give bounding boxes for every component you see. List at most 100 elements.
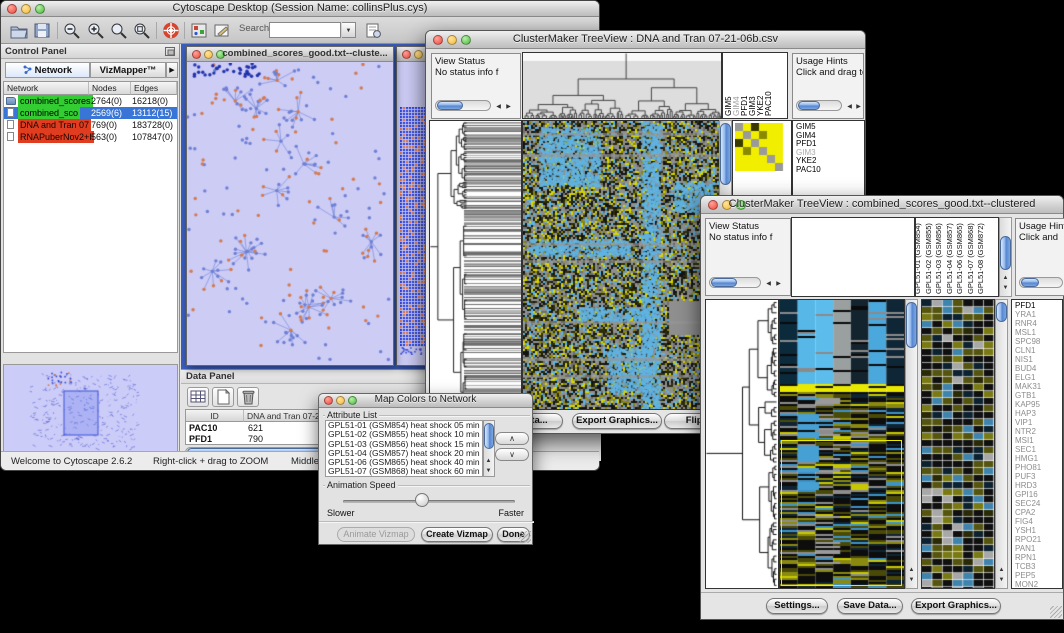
scrollbar-thumb[interactable] [1000,236,1011,270]
tv2-zoom-vscrollbar[interactable]: ▲ ▼ [995,299,1008,589]
scroll-up-arrow[interactable]: ▲ [484,457,493,465]
attr-column-id[interactable]: ID [186,410,244,422]
zoom-out-icon[interactable] [62,21,82,40]
main-titlebar[interactable]: Cytoscape Desktop (Session Name: collins… [1,1,599,17]
gene-label: CPA2 [1015,508,1059,517]
column-header-nodes[interactable]: Nodes [89,82,131,95]
scrollbar-thumb[interactable] [711,278,737,287]
tv2-zoom-view-panel [921,299,995,589]
tv2-heatmap-vscrollbar[interactable]: ▲ ▼ [905,299,918,589]
network-frame-title: combined_scores_good.txt--cluste... [187,48,393,59]
search-dropdown-icon[interactable]: ▼ [342,22,356,38]
scrollbar-thumb[interactable] [996,302,1007,322]
delete-attribute-icon[interactable] [237,387,259,407]
tab-overflow-arrow[interactable]: ▶ [166,62,178,78]
animate-vizmap-button: Animate Vizmap [337,527,415,542]
float-panel-icon[interactable] [165,47,175,56]
gene-label: PAN1 [1015,544,1059,553]
scrollbar-thumb[interactable] [1021,278,1039,287]
network-list-row[interactable]: combined_scores2764(0)16218(0) [4,95,177,107]
scroll-up-arrow[interactable]: ▲ [997,566,1006,574]
scroll-up-arrow[interactable]: ▲ [1001,274,1010,282]
save-data-button[interactable]: Save Data... [837,598,903,614]
settings-button[interactable]: Settings... [766,598,828,614]
help-lifebuoy-icon[interactable] [161,21,181,40]
attribute-list[interactable]: GPL51-01 (GSM854) heat shock 05 minGPL51… [325,420,483,477]
scrollbar-thumb[interactable] [437,101,463,110]
file-icon [7,120,14,129]
scrollbar-thumb[interactable] [798,101,820,110]
scroll-down-arrow[interactable]: ▼ [484,467,493,475]
resize-grip[interactable] [519,531,531,543]
gene-label: PHO81 [1015,463,1059,472]
scroll-right-arrow[interactable]: ▶ [774,280,783,288]
network-frame-titlebar[interactable]: combined_scores_good.txt--cluste... [187,47,393,62]
panel-divider-handle[interactable] [71,356,101,361]
resize-grip[interactable] [1050,606,1062,618]
row-dendrogram-canvas[interactable] [706,300,778,588]
network-overview-canvas[interactable] [4,365,177,460]
scroll-left-arrow[interactable]: ◀ [764,280,773,288]
file-icon [7,132,14,141]
column-header-edges[interactable]: Edges [131,82,177,95]
row-dendrogram-canvas[interactable] [430,121,521,409]
zoom-fit-icon[interactable] [109,21,129,40]
close-button[interactable] [402,50,411,59]
scroll-down-arrow[interactable]: ▼ [907,576,916,584]
column-dendrogram-canvas[interactable] [523,53,721,118]
create-vizmap-button[interactable]: Create Vizmap [421,527,493,542]
zoom-heatmap-canvas [922,300,994,588]
scrollbar-thumb[interactable] [484,423,494,449]
attribute-list-scrollbar[interactable]: ▲ ▼ [483,420,495,477]
scroll-down-arrow[interactable]: ▼ [997,576,1006,584]
column-header-network[interactable]: Network [4,82,89,95]
network-name: RNAPuberNov2+I [18,131,94,143]
dialog-titlebar[interactable]: Map Colors to Network [319,394,532,408]
scroll-right-arrow[interactable]: ▶ [504,103,513,111]
scrollbar-thumb[interactable] [906,302,917,348]
attribute-list-item[interactable]: GPL51-07 (GSM868) heat shock 60 min [326,467,482,476]
tv2-hints-scrollbar[interactable] [1019,277,1063,288]
vizmapper-icon[interactable] [189,21,209,40]
treeview2-titlebar[interactable]: ClusterMaker TreeView : combined_scores_… [701,196,1063,214]
tv2-labels-vscrollbar[interactable]: ▲ ▼ [999,217,1012,297]
animation-speed-slider-track[interactable] [343,500,515,503]
select-attributes-icon[interactable] [187,387,209,407]
scroll-down-arrow[interactable]: ▼ [1001,284,1010,292]
network-edges-count: 107847(0) [132,131,173,143]
tab-network[interactable]: Network [5,62,90,78]
network-list-row[interactable]: DNA and Tran 07769(0)183728(0) [4,119,177,131]
annotation-icon[interactable] [212,21,232,40]
network-view-frame: combined_scores_good.txt--cluste... [186,46,394,366]
network-graph-canvas[interactable] [187,63,393,366]
scroll-left-arrow[interactable]: ◀ [845,103,854,111]
network-list-row[interactable]: RNAPuberNov2+I563(0)107847(0) [4,131,177,143]
attribute-value: 621 [248,423,263,434]
treeview1-titlebar[interactable]: ClusterMaker TreeView : DNA and Tran 07-… [426,31,865,49]
scrollbar-thumb[interactable] [720,123,731,185]
animation-speed-slider-thumb[interactable] [415,493,429,507]
export-graphics-button[interactable]: Export Graphics... [572,413,662,429]
zoom-in-icon[interactable] [86,21,106,40]
scroll-up-arrow[interactable]: ▲ [907,566,916,574]
tab-vizmapper[interactable]: VizMapper™ [90,62,166,78]
tv2-status-scrollbar[interactable] [709,277,761,288]
tv2-array-labels-panel: GPL51-01 (GSM854)GPL51-02 (GSM855)GPL51-… [915,217,999,297]
move-up-button[interactable]: ∧ [495,432,529,445]
save-icon[interactable] [32,21,52,40]
scroll-left-arrow[interactable]: ◀ [494,103,503,111]
export-graphics-button[interactable]: Export Graphics... [911,598,1001,614]
new-attribute-icon[interactable] [212,387,234,407]
session-note-icon[interactable] [363,21,383,40]
search-input[interactable] [269,22,341,38]
open-folder-icon[interactable] [9,21,29,40]
tv1-status-scrollbar[interactable] [435,100,491,111]
scroll-right-arrow[interactable]: ▶ [854,103,863,111]
minimize-button[interactable] [414,50,423,59]
tv1-hints-scrollbar[interactable] [796,100,842,111]
network-list-row[interactable]: combined_sco2569(6)13112(15) [4,107,177,119]
move-down-button[interactable]: ∨ [495,448,529,461]
window-title: Cytoscape Desktop (Session Name: collins… [1,2,599,14]
network-nodes-count: 2569(6) [91,107,122,119]
zoom-selected-icon[interactable] [132,21,152,40]
